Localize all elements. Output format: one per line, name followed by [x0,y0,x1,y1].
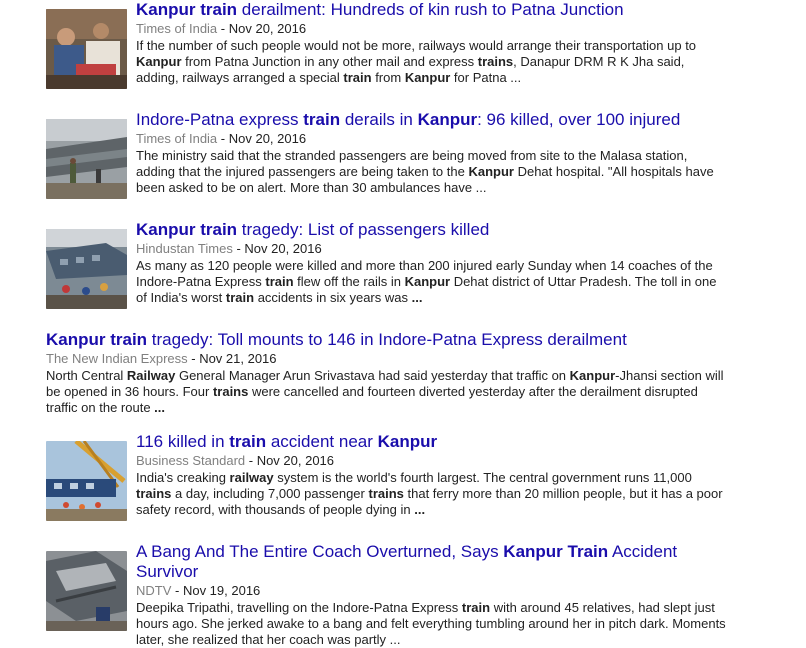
news-snippet: India's creaking railway system is the w… [136,470,726,518]
text-fragment: for Patna ... [450,70,522,85]
highlighted-keyword: ... [154,400,166,415]
highlighted-keyword: Kanpur [569,368,616,383]
news-meta: NDTV - Nov 19, 2016 [136,582,726,600]
text-fragment: India's creaking [136,470,230,485]
highlighted-keyword: train [265,274,294,289]
news-meta: Times of India - Nov 20, 2016 [136,130,726,148]
text-fragment: flew off the rails in [293,274,405,289]
news-title-link[interactable]: Kanpur train derailment: Hundreds of kin… [136,0,726,20]
text-fragment: 116 killed in [136,432,230,451]
highlighted-keyword: Kanpur [136,54,182,69]
text-fragment: Indore-Patna express [136,110,304,129]
highlighted-keyword: trains [212,384,249,399]
text-fragment: derails in [340,110,418,129]
news-source: NDTV [136,583,172,598]
news-date: Nov 20, 2016 [228,21,307,36]
meta-separator: - [232,241,245,256]
text-fragment: General Manager Arun Srivastava had said… [175,368,570,383]
text-fragment: Deepika Tripathi, travelling on the Indo… [136,600,462,615]
highlighted-keyword: Kanpur train [136,0,238,19]
meta-separator: - [187,351,200,366]
news-thumbnail[interactable] [46,9,127,89]
highlighted-keyword: trains [136,486,172,501]
news-date: Nov 20, 2016 [244,241,322,256]
meta-separator: - [217,21,229,36]
news-snippet: If the number of such people would not b… [136,38,726,86]
news-content: Kanpur train tragedy: List of passengers… [136,220,726,306]
news-snippet: Deepika Tripathi, travelling on the Indo… [136,600,726,648]
news-content: Kanpur train derailment: Hundreds of kin… [136,0,726,86]
news-title-link[interactable]: Kanpur train tragedy: List of passengers… [136,220,726,240]
news-source: The New Indian Express [46,351,188,366]
text-fragment: a day, including 7,000 passenger [171,486,369,501]
text-fragment: If the number of such people would not b… [136,38,697,53]
meta-separator: - [171,583,183,598]
highlighted-keyword: railway [229,470,274,485]
news-source: Times of India [136,131,218,146]
news-source: Hindustan Times [136,241,233,256]
news-meta: The New Indian Express - Nov 21, 2016 [46,350,726,368]
news-meta: Times of India - Nov 20, 2016 [136,20,726,38]
news-title-link[interactable]: 116 killed in train accident near Kanpur [136,432,726,452]
news-date: Nov 19, 2016 [182,583,261,598]
text-fragment: : 96 killed, over 100 injured [477,110,681,129]
highlighted-keyword: Kanpur [468,164,514,179]
text-fragment: A Bang And The Entire Coach Overturned, … [136,542,504,561]
text-fragment: accident near [266,432,378,451]
highlighted-keyword: train [225,290,255,305]
highlighted-keyword: Kanpur [404,70,451,85]
news-content: Kanpur train tragedy: Toll mounts to 146… [46,330,726,416]
news-content: A Bang And The Entire Coach Overturned, … [136,542,726,648]
news-content: Indore-Patna express train derails in Ka… [136,110,726,196]
news-source: Business Standard [136,453,246,468]
highlighted-keyword: Railway [126,368,176,383]
news-snippet: The ministry said that the stranded pass… [136,148,726,196]
highlighted-keyword: Kanpur train [46,330,148,349]
highlighted-keyword: trains [477,54,514,69]
news-snippet: As many as 120 people were killed and mo… [136,258,726,306]
highlighted-keyword: ... [414,502,426,517]
text-fragment: from [371,70,405,85]
news-title-link[interactable]: Kanpur train tragedy: Toll mounts to 146… [46,330,726,350]
meta-separator: - [245,453,257,468]
text-fragment: tragedy: Toll mounts to 146 in Indore-Pa… [147,330,627,349]
meta-separator: - [217,131,229,146]
news-thumbnail[interactable] [46,119,127,199]
highlighted-keyword: train [461,600,491,615]
news-content: 116 killed in train accident near Kanpur… [136,432,726,518]
news-snippet: North Central Railway General Manager Ar… [46,368,726,416]
highlighted-keyword: Kanpur [404,274,451,289]
highlighted-keyword: Kanpur Train [503,542,609,561]
highlighted-keyword: train [229,432,267,451]
news-thumbnail[interactable] [46,551,127,631]
highlighted-keyword: trains [368,486,404,501]
news-date: Nov 20, 2016 [228,131,307,146]
text-fragment: accidents in six years was [254,290,412,305]
news-date: Nov 20, 2016 [256,453,335,468]
news-date: Nov 21, 2016 [199,351,277,366]
highlighted-keyword: ... [411,290,423,305]
news-title-link[interactable]: Indore-Patna express train derails in Ka… [136,110,726,130]
text-fragment: from Patna Junction in any other mail an… [181,54,478,69]
news-title-link[interactable]: A Bang And The Entire Coach Overturned, … [136,542,726,582]
news-thumbnail[interactable] [46,229,127,309]
news-thumbnail[interactable] [46,441,127,521]
highlighted-keyword: train [303,110,341,129]
text-fragment: system is the world's fourth largest. Th… [273,470,692,485]
text-fragment: derailment: Hundreds of kin rush to Patn… [237,0,624,19]
highlighted-keyword: Kanpur [377,432,438,451]
highlighted-keyword: Kanpur train [136,220,238,239]
news-meta: Hindustan Times - Nov 20, 2016 [136,240,726,258]
news-meta: Business Standard - Nov 20, 2016 [136,452,726,470]
news-source: Times of India [136,21,218,36]
highlighted-keyword: Kanpur [417,110,478,129]
text-fragment: North Central [46,368,127,383]
text-fragment: tragedy: List of passengers killed [237,220,490,239]
highlighted-keyword: train [343,70,372,85]
